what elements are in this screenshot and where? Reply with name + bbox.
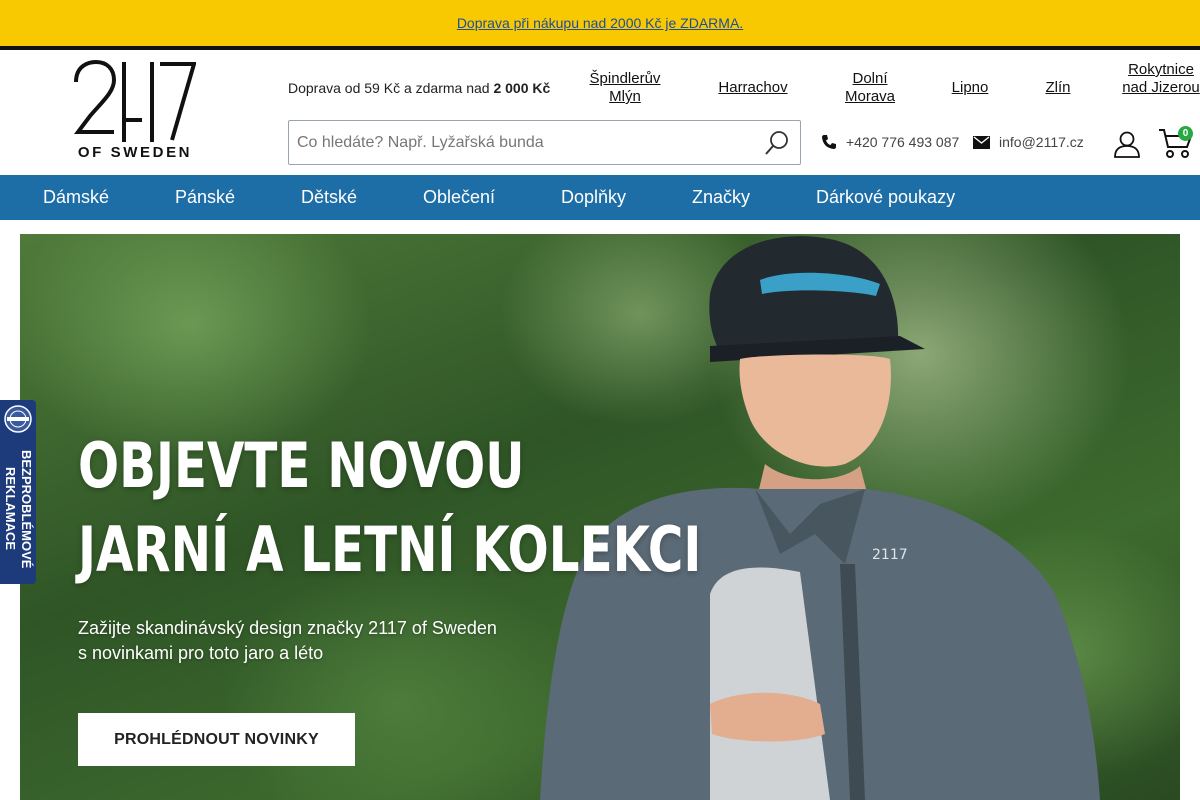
phone-icon: [822, 135, 836, 149]
user-account-icon[interactable]: [1113, 130, 1141, 158]
shipping-text: Doprava od 59 Kč a zdarma nad: [288, 80, 494, 96]
store-link-spindleruv-mlyn[interactable]: Špindlerův Mlýn: [578, 70, 672, 106]
store-link-dolni-morava[interactable]: Dolní Morava: [838, 70, 902, 106]
shipping-amount: 2 000 Kč: [493, 80, 551, 96]
hero-banner[interactable]: 2117 OBJEVTE NOVOU JARNÍ A LETNÍ KOLEKCI…: [20, 234, 1180, 800]
nav-item-darkove-poukazy[interactable]: Dárkové poukazy: [816, 175, 955, 220]
email-address: info@2117.cz: [999, 134, 1084, 150]
phone-number: +420 776 493 087: [846, 134, 960, 150]
nav-item-detske[interactable]: Dětské: [301, 175, 357, 220]
hero-title: OBJEVTE NOVOU JARNÍ A LETNÍ KOLEKCI: [78, 424, 701, 592]
cart-count-badge: 0: [1178, 126, 1193, 141]
main-navigation: Dámské Pánské Dětské Oblečení Doplňky Zn…: [0, 175, 1200, 220]
hero-title-line2: JARNÍ A LETNÍ KOLEKCI: [78, 513, 702, 586]
promo-bar: Doprava při nákupu nad 2000 Kč je ZDARMA…: [0, 0, 1200, 46]
search-input[interactable]: [289, 133, 739, 152]
store-link-rokytnice[interactable]: Rokytnice nad Jizerou: [1122, 61, 1200, 97]
hero-title-line1: OBJEVTE NOVOU: [78, 429, 525, 502]
view-new-arrivals-button[interactable]: PROHLÉDNOUT NOVINKY: [78, 713, 355, 766]
svg-text:2117: 2117: [872, 547, 908, 563]
email-contact[interactable]: info@2117.cz: [973, 134, 1084, 150]
complaints-badge[interactable]: BEZPROBLÉMOVÉ REKLAMACE: [0, 400, 36, 584]
hero-subtitle: Zažijte skandinávský design značky 2117 …: [78, 616, 558, 666]
nav-item-panske[interactable]: Pánské: [175, 175, 235, 220]
nav-item-obleceni[interactable]: Oblečení: [423, 175, 495, 220]
site-header: OF SWEDEN Doprava od 59 Kč a zdarma nad …: [0, 50, 1200, 175]
store-link-harrachov[interactable]: Harrachov: [712, 79, 794, 97]
search-icon[interactable]: [764, 130, 790, 156]
nav-item-doplnky[interactable]: Doplňky: [561, 175, 626, 220]
store-link-zlin[interactable]: Zlín: [1038, 79, 1078, 97]
envelope-icon: [973, 135, 990, 149]
hero-subtitle-line2: s novinkami pro toto jaro a léto: [78, 643, 324, 663]
phone-contact[interactable]: +420 776 493 087: [821, 134, 959, 150]
nav-item-damske[interactable]: Dámské: [43, 175, 109, 220]
search-box: [288, 120, 801, 165]
logo-mark: [74, 60, 196, 142]
hero-subtitle-line1: Zažijte skandinávský design značky 2117 …: [78, 618, 497, 638]
complaints-badge-label: BEZPROBLÉMOVÉ REKLAMACE: [3, 449, 34, 569]
shipping-info: Doprava od 59 Kč a zdarma nad 2 000 Kč: [288, 80, 550, 96]
promo-link[interactable]: Doprava při nákupu nad 2000 Kč je ZDARMA…: [457, 15, 743, 31]
nav-item-znacky[interactable]: Značky: [692, 175, 750, 220]
seal-icon: [4, 405, 32, 433]
logo-tagline: OF SWEDEN: [77, 144, 193, 161]
store-link-lipno[interactable]: Lipno: [944, 79, 996, 97]
site-logo[interactable]: OF SWEDEN: [74, 60, 196, 161]
